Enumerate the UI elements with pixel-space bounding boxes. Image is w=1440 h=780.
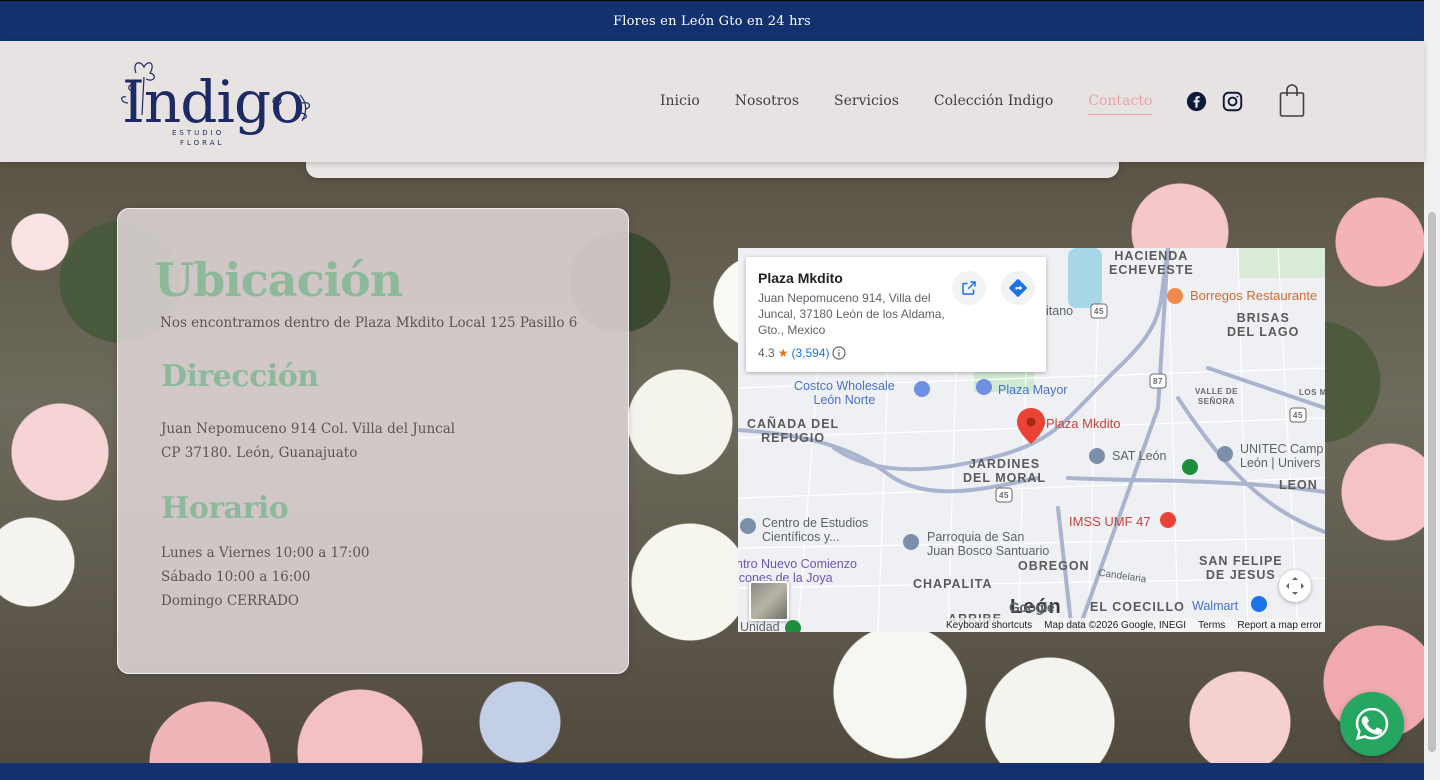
map-place-card: Plaza Mkdito Juan Nepomuceno 914, Villa … bbox=[746, 257, 1046, 372]
logo-subtitle-floral: FLORAL bbox=[180, 139, 225, 147]
announcement-bar: Flores en León Gto en 24 hrs bbox=[0, 0, 1424, 41]
map-label-canada: CAÑADA DEL REFUGIO bbox=[747, 417, 840, 445]
facebook-icon[interactable] bbox=[1186, 91, 1207, 116]
map-label-unidad: Unidad bbox=[740, 620, 780, 632]
map-label-brisas: BRISAS DEL LAGO bbox=[1227, 311, 1300, 339]
location-info-card: Ubicación Nos encontramos dentro de Plaz… bbox=[117, 208, 629, 674]
map-label-obregon: OBREGON bbox=[1018, 559, 1090, 573]
place-name: Plaza Mkdito bbox=[758, 270, 843, 286]
nav-inicio[interactable]: Inicio bbox=[660, 93, 700, 109]
info-icon[interactable] bbox=[832, 346, 847, 360]
rating-value: 4.3 bbox=[758, 346, 775, 360]
footer-bar-edge bbox=[0, 763, 1424, 780]
map-label-leon: LEON bbox=[1279, 478, 1318, 492]
nav-nosotros[interactable]: Nosotros bbox=[735, 93, 799, 109]
logo-wordmark: Indigo bbox=[122, 68, 305, 136]
satellite-toggle[interactable] bbox=[749, 581, 789, 621]
map-label-parroquia: Parroquia de San Juan Bosco Santuario bbox=[927, 530, 1050, 558]
map-camera-control-icon[interactable] bbox=[1279, 570, 1311, 602]
location-title: Ubicación bbox=[154, 253, 403, 307]
map-label-centro-estudios: Centro de Estudios Científicos y... bbox=[762, 516, 869, 544]
keyboard-shortcuts-link[interactable]: Keyboard shortcuts bbox=[946, 620, 1032, 631]
map-label-san-felipe: SAN FELIPE DE JESUS bbox=[1199, 554, 1283, 582]
map-attribution-bar: Keyboard shortcuts Map data ©2026 Google… bbox=[944, 618, 1325, 632]
map-label-imss: IMSS UMF 47 bbox=[1069, 514, 1151, 529]
map-label-borregos: Borregos Restaurante bbox=[1190, 288, 1318, 303]
address-line: Juan Nepomuceno 914 Col. Villa del Junca… bbox=[161, 421, 456, 437]
highway-shield-45: 45 bbox=[999, 491, 1009, 500]
review-count-link[interactable]: (3,594) bbox=[791, 346, 829, 360]
hours-heading: Horario bbox=[161, 491, 289, 526]
map-label-jardines: JARDINES DEL MORAL bbox=[963, 457, 1047, 485]
shopping-bag-icon[interactable] bbox=[1279, 84, 1305, 122]
map-data-credit: Map data ©2026 Google, INEGI bbox=[1044, 619, 1187, 631]
main-nav: Inicio Nosotros Servicios Colección Indi… bbox=[660, 93, 1153, 115]
map-label-costco: Costco Wholesale León Norte bbox=[794, 379, 895, 407]
hours-block: Lunes a Viernes 10:00 a 17:00 Sábado 10:… bbox=[161, 541, 370, 613]
nav-coleccion-indigo[interactable]: Colección Indigo bbox=[934, 93, 1053, 109]
highway-shield-45: 45 bbox=[1094, 307, 1104, 316]
map-label-hacienda: HACIENDA ECHEVESTE bbox=[1109, 249, 1194, 277]
map-label-itano: itano bbox=[1046, 304, 1074, 318]
map-label-plaza-mkdito[interactable]: Plaza Mkdito bbox=[1046, 417, 1120, 431]
announcement-text: Flores en León Gto en 24 hrs bbox=[613, 13, 811, 29]
map-label-plaza-mayor: Plaza Mayor bbox=[998, 383, 1068, 397]
highway-shield-87: 87 bbox=[1153, 377, 1163, 386]
nav-contacto[interactable]: Contacto bbox=[1088, 93, 1153, 115]
hours-line: Sábado 10:00 a 16:00 bbox=[161, 569, 311, 585]
google-logo: Google bbox=[1009, 599, 1055, 615]
place-rating: 4.3 ★ (3,594) bbox=[758, 346, 847, 360]
star-icon: ★ bbox=[777, 346, 789, 360]
map-label-sat: SAT León bbox=[1112, 449, 1167, 463]
logo-subtitle-estudio: ESTUDIO bbox=[172, 129, 225, 137]
map-label-los-ma: LOS MA bbox=[1299, 388, 1325, 397]
map-label-walmart: Walmart bbox=[1192, 599, 1239, 613]
highway-shield-45: 45 bbox=[1293, 411, 1303, 420]
location-description: Nos encontramos dentro de Plaza Mkdito L… bbox=[160, 315, 578, 331]
map-label-coecillo: EL COECILLO bbox=[1090, 600, 1185, 614]
logo[interactable]: Indigo ESTUDIO FLORAL bbox=[114, 55, 314, 151]
address-heading: Dirección bbox=[161, 359, 319, 394]
terms-link[interactable]: Terms bbox=[1198, 620, 1225, 631]
nav-servicios[interactable]: Servicios bbox=[834, 93, 899, 109]
map-label-valle: VALLE DE SEÑORA bbox=[1195, 387, 1238, 406]
hours-line: Domingo CERRADO bbox=[161, 593, 299, 609]
whatsapp-icon bbox=[1355, 707, 1389, 741]
scrollbar-thumb[interactable] bbox=[1428, 212, 1436, 752]
whatsapp-button[interactable] bbox=[1340, 692, 1404, 756]
instagram-icon[interactable] bbox=[1222, 91, 1243, 116]
place-address: Juan Nepomuceno 914, Villa del Juncal, 3… bbox=[758, 291, 945, 337]
hours-line: Lunes a Viernes 10:00 a 17:00 bbox=[161, 545, 370, 561]
map-label-unitec: UNITEC Camp León | Univers bbox=[1240, 442, 1324, 470]
map-label-chapalita: CHAPALITA bbox=[913, 577, 993, 591]
report-map-error-link[interactable]: Report a map error bbox=[1237, 620, 1321, 631]
address-block: Juan Nepomuceno 914 Col. Villa del Junca… bbox=[161, 417, 455, 465]
scrollbar-track[interactable] bbox=[1424, 0, 1440, 780]
open-in-maps-icon[interactable] bbox=[952, 271, 986, 305]
site-header: Indigo ESTUDIO FLORAL Inicio Nosotros Se… bbox=[0, 41, 1424, 162]
google-map-embed[interactable]: HACIENDA ECHEVESTE Borregos Restaurante B… bbox=[738, 248, 1325, 632]
address-line: CP 37180. León, Guanajuato bbox=[161, 445, 358, 461]
directions-icon[interactable] bbox=[1001, 271, 1035, 305]
